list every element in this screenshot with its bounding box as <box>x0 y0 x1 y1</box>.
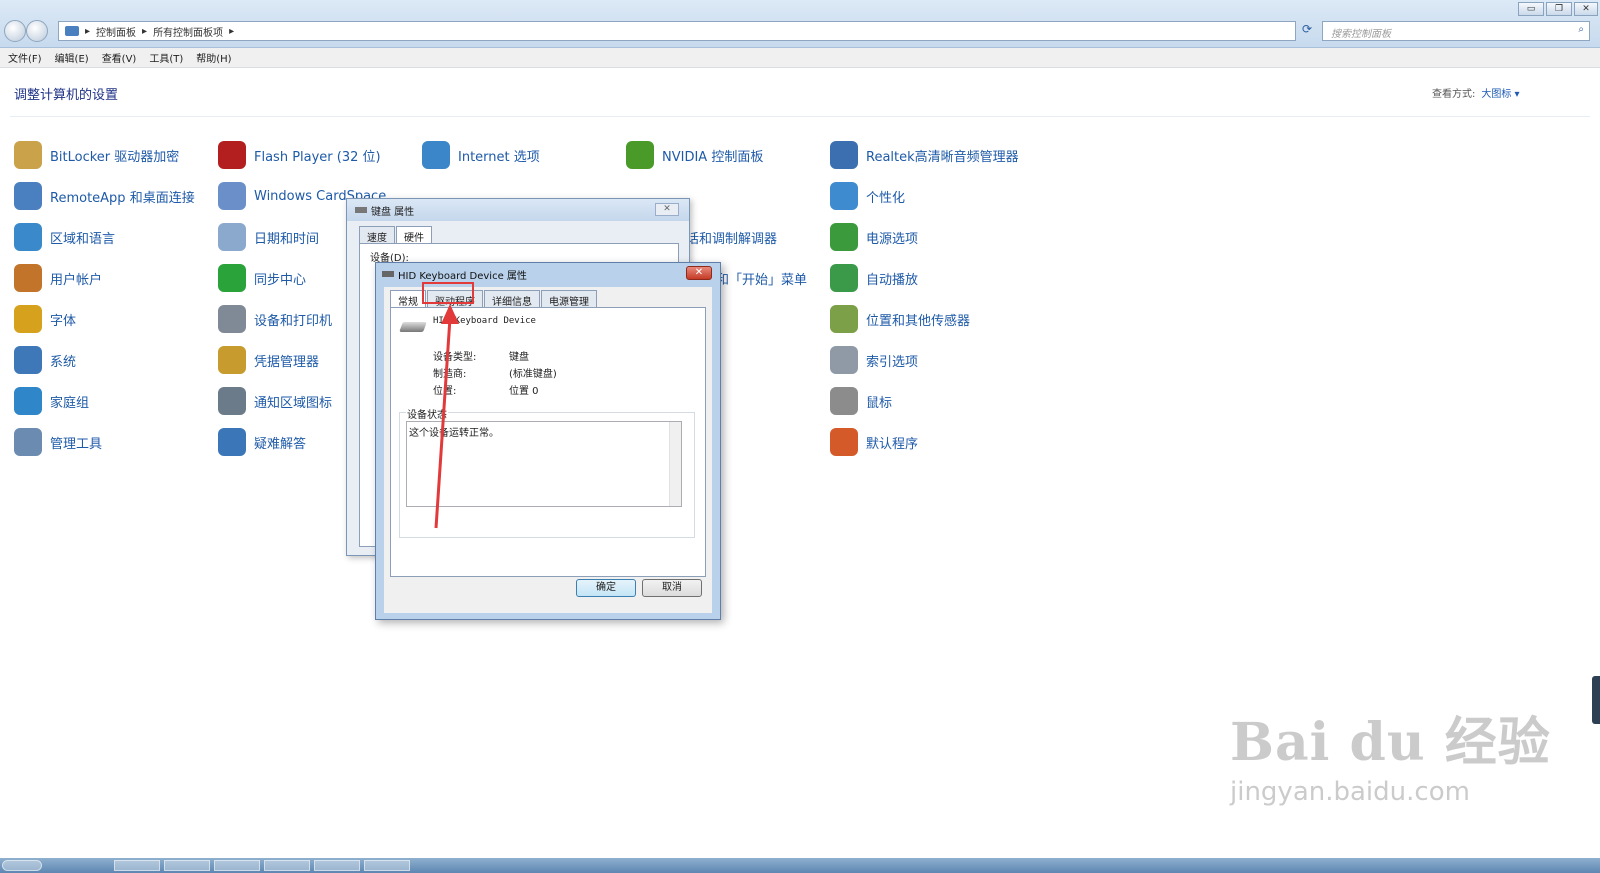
taskbar-item[interactable] <box>214 860 260 871</box>
side-handle[interactable] <box>1592 676 1600 724</box>
watermark-url: jingyan.baidu.com <box>1230 777 1470 807</box>
taskbar-item[interactable] <box>314 860 360 871</box>
watermark-brand: Bai du 经验 <box>1230 712 1551 773</box>
taskbar <box>0 858 1600 873</box>
watermark: Bai du 经验 jingyan.baidu.com <box>1230 700 1551 807</box>
taskbar-item[interactable] <box>364 860 410 871</box>
taskbar-item[interactable] <box>264 860 310 871</box>
taskbar-item[interactable] <box>114 860 160 871</box>
start-button[interactable] <box>2 860 42 871</box>
taskbar-item[interactable] <box>164 860 210 871</box>
